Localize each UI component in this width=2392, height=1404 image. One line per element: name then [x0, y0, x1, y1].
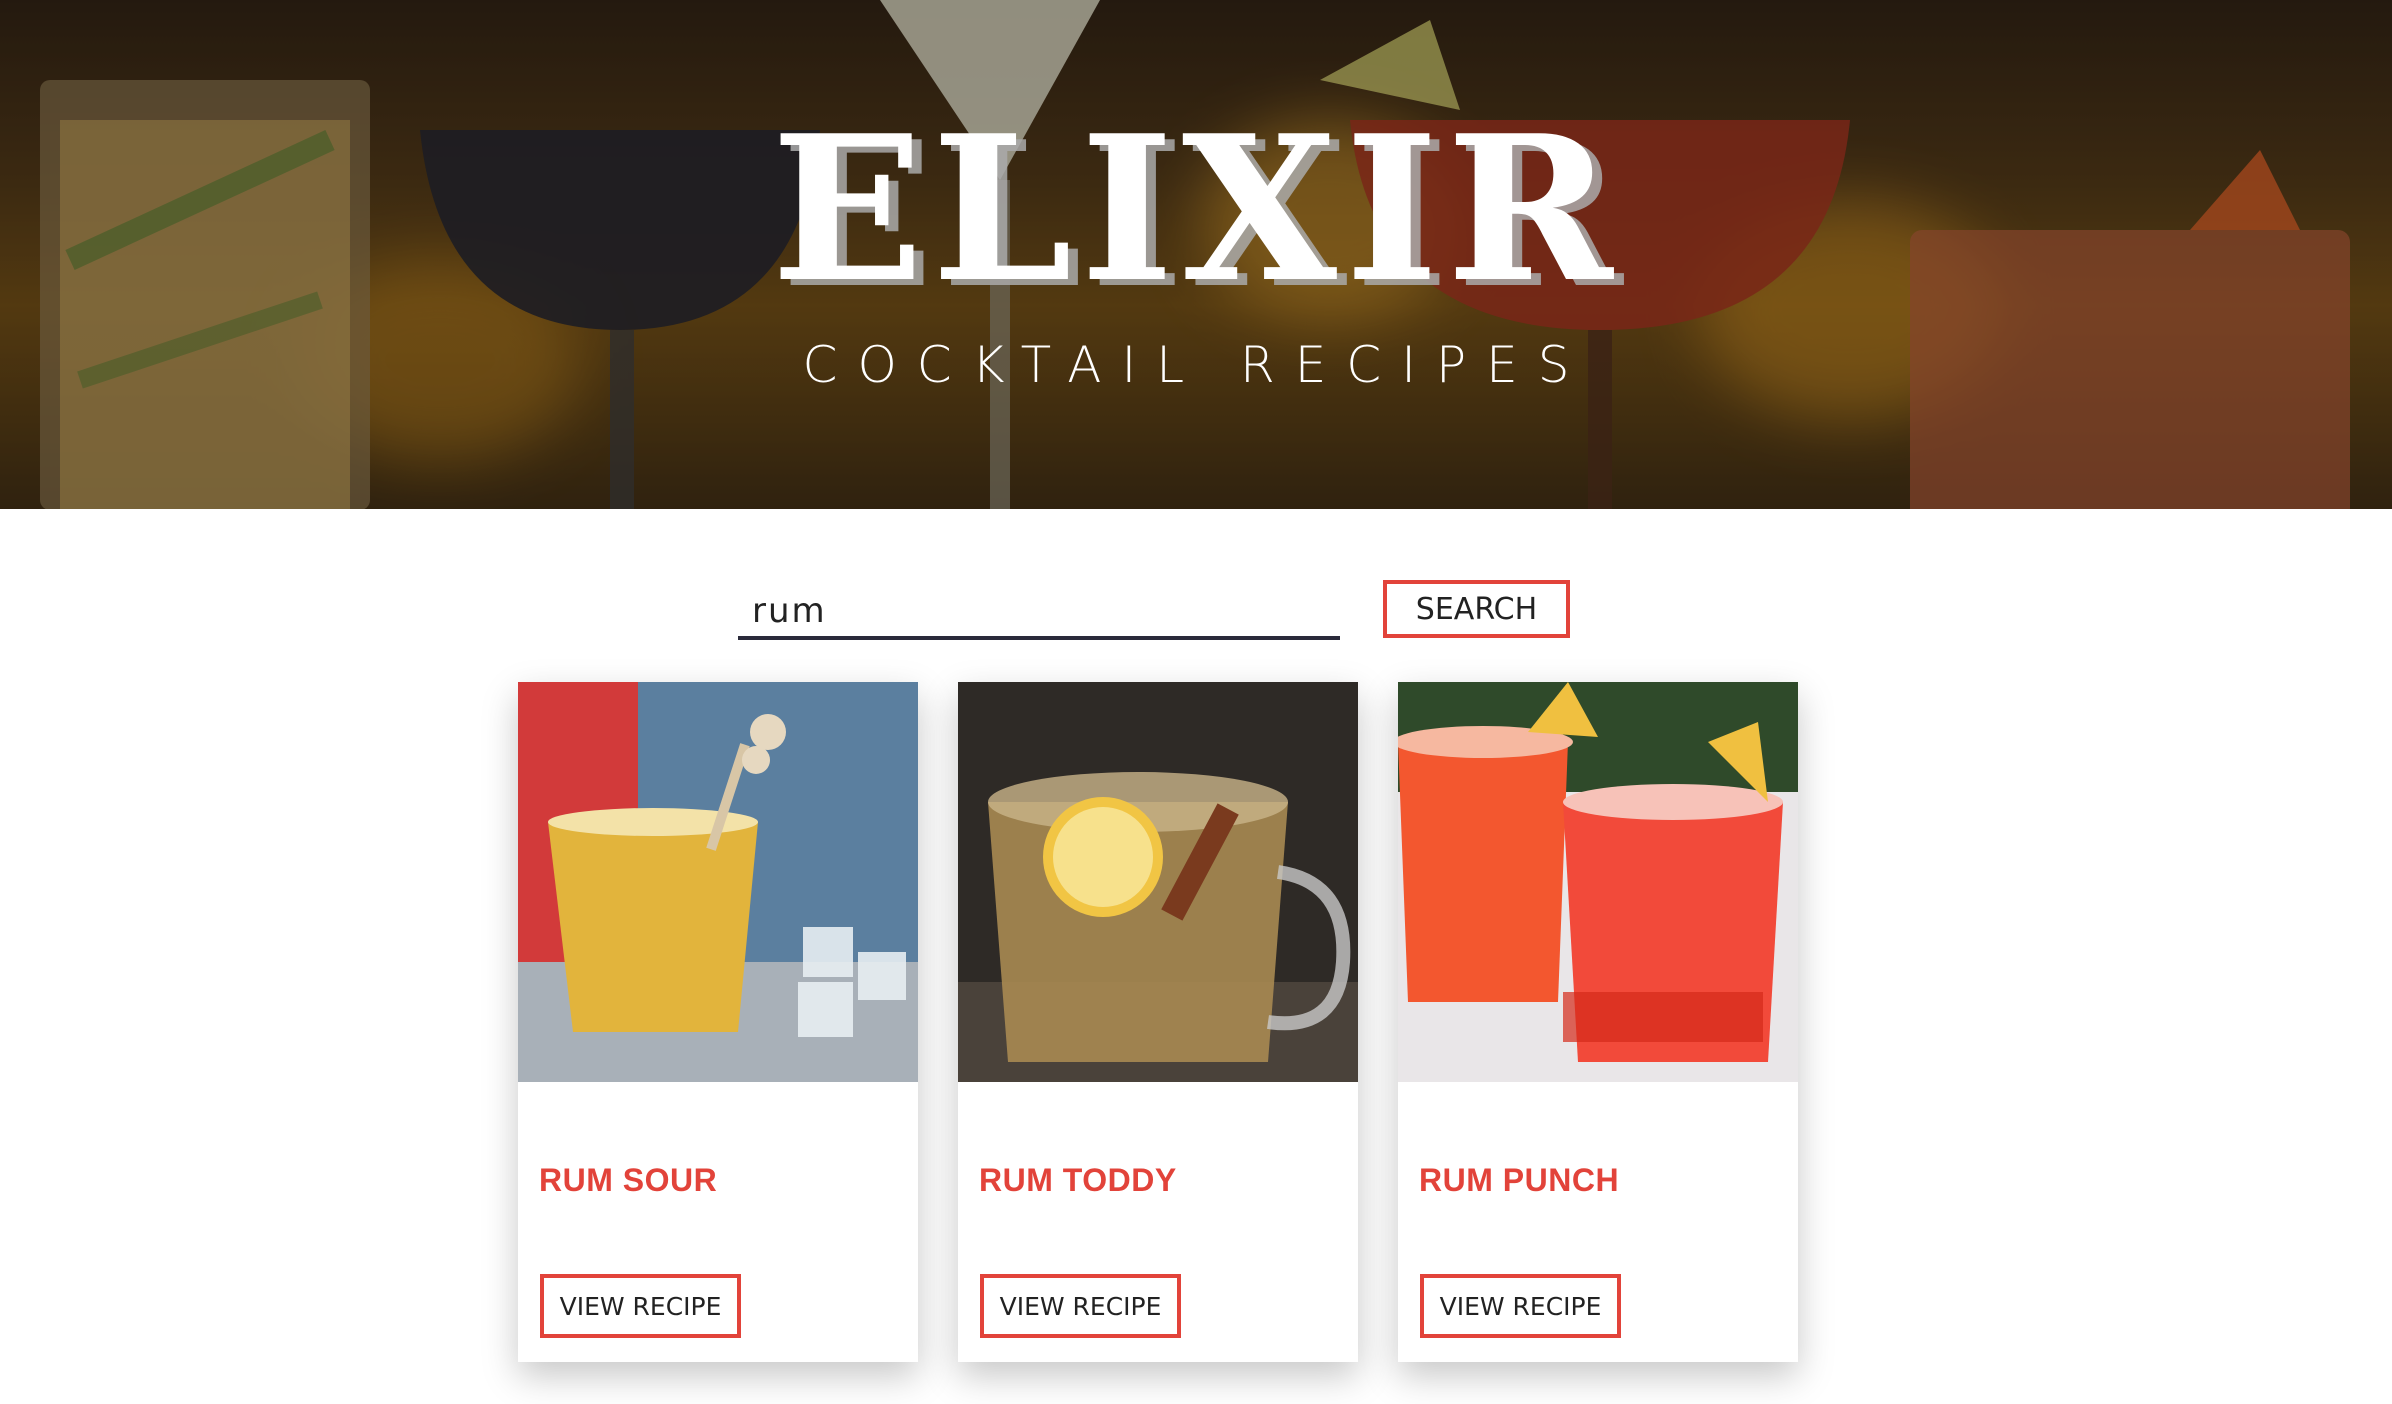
view-recipe-button[interactable]: VIEW RECIPE	[1420, 1274, 1621, 1338]
recipe-thumbnail-rum-sour[interactable]	[518, 682, 918, 1082]
search-input[interactable]	[738, 580, 1340, 640]
recipe-title[interactable]: RUM SOUR	[539, 1162, 717, 1199]
recipe-title[interactable]: RUM TODDY	[979, 1162, 1177, 1199]
site-tagline: COCKTAIL RECIPES	[802, 336, 1590, 394]
brand-block: ELIXIR COCKTAIL RECIPES	[0, 110, 2392, 395]
view-recipe-button[interactable]: VIEW RECIPE	[980, 1274, 1181, 1338]
recipe-card: RUM TODDY VIEW RECIPE	[958, 682, 1358, 1362]
recipe-title[interactable]: RUM PUNCH	[1419, 1162, 1619, 1199]
recipe-thumbnail-rum-toddy[interactable]	[958, 682, 1358, 1082]
search-button[interactable]: SEARCH	[1383, 580, 1570, 638]
search-bar: SEARCH	[738, 580, 1570, 640]
hero-banner: ELIXIR COCKTAIL RECIPES	[0, 0, 2392, 509]
view-recipe-button[interactable]: VIEW RECIPE	[540, 1274, 741, 1338]
recipe-thumbnail-rum-punch[interactable]	[1398, 682, 1798, 1082]
recipe-card: RUM SOUR VIEW RECIPE	[518, 682, 918, 1362]
site-logo-title[interactable]: ELIXIR	[0, 110, 2392, 310]
recipe-card: RUM PUNCH VIEW RECIPE	[1398, 682, 1798, 1362]
